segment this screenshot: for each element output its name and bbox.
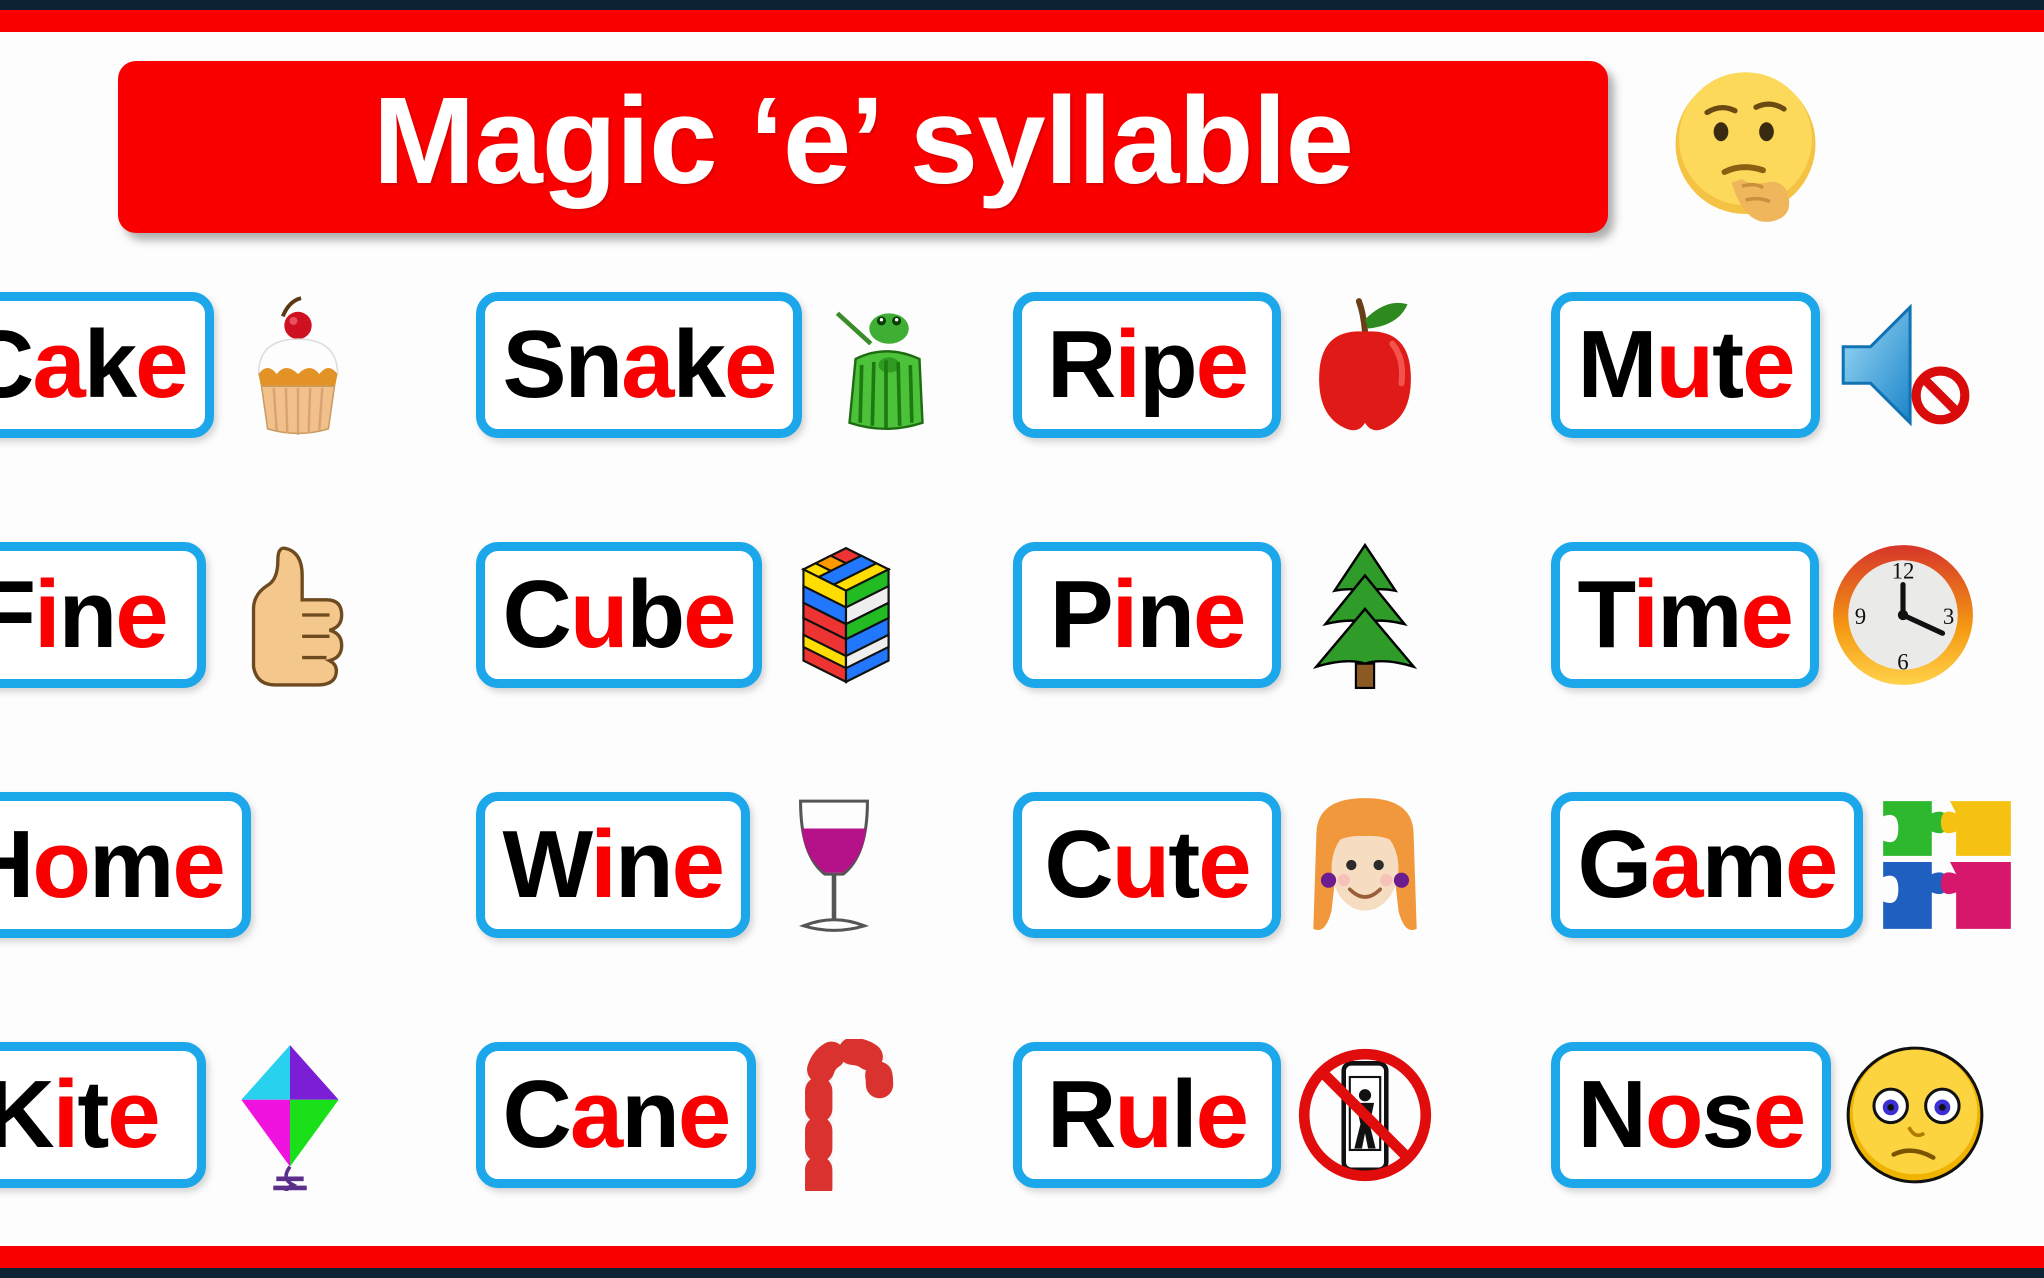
poster-header: Magic ‘e’ syllable [0, 52, 2044, 242]
card-row: Cake Snake [0, 240, 2044, 490]
grid-cell: Rule [1013, 1039, 1551, 1191]
word-card-home[interactable]: Home [0, 792, 251, 938]
word-card-grid: Cake Snake [0, 240, 2044, 1240]
word-text: Mute [1577, 311, 1796, 418]
lesson-poster: Magic ‘e’ syllable Cake [0, 0, 2044, 1278]
card-row: Kite Cane Rule Nose [0, 990, 2044, 1240]
word-text: Time [1577, 561, 1794, 668]
word-text: Nose [1577, 1061, 1807, 1168]
svg-text:9: 9 [1855, 604, 1866, 629]
grid-cell: Game [1550, 789, 2044, 941]
word-card-cute[interactable]: Cute [1013, 792, 1281, 938]
word-text: Cube [502, 561, 737, 668]
word-text: Rule [1046, 1061, 1249, 1168]
grid-cell: Wine [475, 789, 1014, 941]
clock-emoji: 12 9 6 3 [1827, 539, 1979, 691]
svg-text:3: 3 [1943, 604, 1954, 629]
word-text: Ripe [1046, 311, 1249, 418]
word-text: Pine [1049, 561, 1247, 668]
grid-cell: Mute [1550, 289, 2044, 441]
word-card-cane[interactable]: Cane [475, 1042, 757, 1188]
top-edge-strip [0, 0, 2044, 10]
word-card-wine[interactable]: Wine [475, 792, 750, 938]
apple-emoji [1289, 289, 1441, 441]
grid-cell: Nose [1550, 1039, 2044, 1191]
woozy-face-emoji [1839, 1039, 1991, 1191]
top-accent-bar [0, 10, 2044, 32]
card-row: Home Wine Cute [0, 740, 2044, 990]
word-text: Snake [502, 311, 778, 418]
word-card-snake[interactable]: Snake [475, 292, 803, 438]
svg-text:6: 6 [1897, 650, 1908, 675]
rubiks-cube-emoji [770, 539, 922, 691]
grid-cell: Cube [475, 539, 1014, 691]
grid-cell: Home [0, 792, 476, 938]
word-card-mute[interactable]: Mute [1550, 292, 1821, 438]
muted-speaker-emoji [1828, 289, 1980, 441]
evergreen-tree-emoji [1289, 539, 1441, 691]
grid-cell: Cake [0, 289, 476, 441]
thinking-face-emoji [1658, 60, 1833, 235]
grid-cell: Fine [0, 539, 476, 691]
word-text: Game [1577, 811, 1839, 918]
kite-emoji [214, 1039, 366, 1191]
grid-cell: Snake [475, 289, 1014, 441]
grid-cell: Pine [1013, 539, 1551, 691]
word-card-nose[interactable]: Nose [1550, 1042, 1832, 1188]
card-row: Fine Cube Pine Time 12 9 6 3 [0, 490, 2044, 740]
word-text: Home [0, 811, 226, 918]
word-card-pine[interactable]: Pine [1013, 542, 1281, 688]
word-card-time[interactable]: Time [1550, 542, 1819, 688]
word-card-game[interactable]: Game [1550, 792, 1864, 938]
word-card-rule[interactable]: Rule [1013, 1042, 1281, 1188]
word-card-ripe[interactable]: Ripe [1013, 292, 1281, 438]
title-banner: Magic ‘e’ syllable [118, 61, 1608, 233]
cupcake-emoji [222, 289, 374, 441]
word-text: Cane [502, 1061, 732, 1168]
word-card-cake[interactable]: Cake [0, 292, 214, 438]
page-title: Magic ‘e’ syllable [372, 72, 1354, 210]
grid-cell: Kite [0, 1039, 476, 1191]
word-text: Cake [0, 311, 189, 418]
word-text: Cute [1044, 811, 1251, 918]
wine-glass-emoji [758, 789, 910, 941]
snake-emoji [810, 289, 962, 441]
bottom-edge-strip [0, 1268, 2044, 1278]
grid-cell: Ripe [1013, 289, 1551, 441]
svg-text:12: 12 [1891, 559, 1914, 584]
girl-face-emoji [1289, 789, 1441, 941]
word-text: Fine [0, 561, 169, 668]
word-card-kite[interactable]: Kite [0, 1042, 206, 1188]
puzzle-piece-emoji [1871, 789, 2023, 941]
bottom-accent-bar [0, 1246, 2044, 1268]
grid-cell: Time 12 9 6 3 [1550, 539, 2044, 691]
grid-cell: Cane [475, 1039, 1014, 1191]
word-text: Wine [502, 811, 725, 918]
word-card-fine[interactable]: Fine [0, 542, 206, 688]
word-card-cube[interactable]: Cube [475, 542, 762, 688]
word-text: Kite [0, 1061, 161, 1168]
thumbs-up-emoji [214, 539, 366, 691]
candy-cane-emoji [764, 1039, 916, 1191]
no-mobile-phones-emoji [1289, 1039, 1441, 1191]
grid-cell: Cute [1013, 789, 1551, 941]
